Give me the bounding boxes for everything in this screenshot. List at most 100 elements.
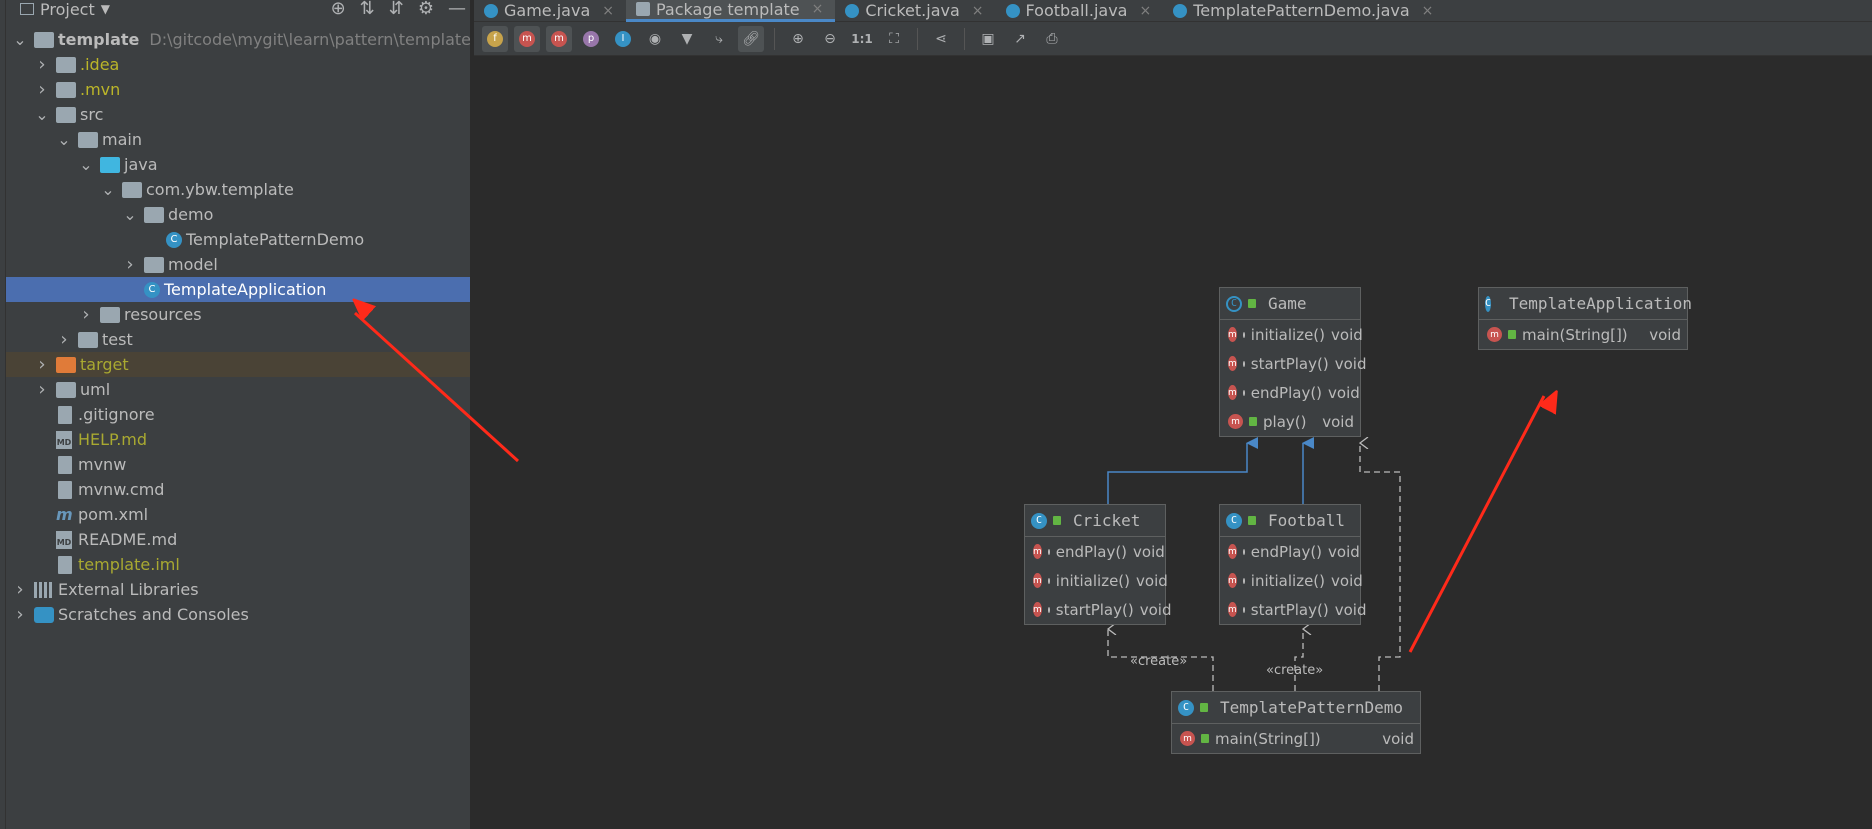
tree-item[interactable]: › Scratches and Consoles: [6, 602, 470, 627]
collapse-all-icon[interactable]: ⇵: [389, 0, 404, 19]
hide-icon[interactable]: —: [448, 0, 466, 19]
tree-item[interactable]: m pom.xml: [6, 502, 470, 527]
chevron-down-icon[interactable]: ▼: [101, 2, 110, 16]
class-member[interactable]: m initialize() void: [1025, 566, 1168, 595]
tree-item[interactable]: ⌄ template D:\gitcode\mygit\learn\pattern\…: [6, 27, 470, 52]
editor-tab[interactable]: Football.java ×: [996, 0, 1164, 22]
show-constructors-button[interactable]: m: [514, 25, 540, 52]
toolbar-separator: [964, 27, 965, 50]
class-member[interactable]: m endPlay() void: [1025, 537, 1165, 566]
tree-item[interactable]: › uml: [6, 377, 470, 402]
save-button[interactable]: ▣: [975, 26, 1001, 52]
tree-item-label: java: [124, 155, 158, 174]
chevron-right-icon[interactable]: ›: [122, 254, 138, 275]
tree-item[interactable]: ⌄ demo: [6, 202, 470, 227]
chevron-down-icon[interactable]: ⌄: [12, 31, 28, 47]
chevron-down-icon[interactable]: ⌄: [100, 181, 116, 197]
tree-item-label: uml: [80, 380, 111, 399]
class-member[interactable]: m main(String[]) void: [1479, 320, 1687, 349]
diagram-canvas[interactable]: «create» «create» C Game m initialize() void…: [474, 57, 1872, 829]
tree-item[interactable]: C TemplateApplication: [6, 277, 470, 302]
show-inner-classes-button[interactable]: I: [610, 26, 636, 52]
chevron-right-icon[interactable]: ›: [34, 354, 50, 375]
tree-item[interactable]: › External Libraries: [6, 577, 470, 602]
chevron-down-icon[interactable]: ⌄: [122, 206, 138, 222]
show-methods-button[interactable]: m: [546, 25, 572, 52]
tree-item[interactable]: › model: [6, 252, 470, 277]
chevron-right-icon[interactable]: ›: [56, 329, 72, 350]
close-icon[interactable]: ×: [972, 3, 984, 19]
chevron-right-icon[interactable]: ›: [12, 579, 28, 600]
editor-tab[interactable]: Package template ×: [625, 0, 836, 22]
class-member[interactable]: m main(String[]) void: [1172, 724, 1420, 753]
class-node-game[interactable]: C Game m initialize() void m startPlay() void m e…: [1219, 287, 1366, 437]
zoom-out-button[interactable]: ⊖: [817, 26, 843, 52]
class-node-cricket[interactable]: C Cricket m endPlay() void m initialize() void m…: [1024, 504, 1171, 625]
show-fields-button[interactable]: f: [482, 25, 508, 52]
class-node-football[interactable]: C Football m endPlay() void m initialize() void…: [1219, 504, 1366, 625]
class-member[interactable]: m startPlay() void: [1220, 595, 1366, 624]
close-icon[interactable]: ×: [602, 3, 614, 19]
tree-item[interactable]: mvnw: [6, 452, 470, 477]
tree-item[interactable]: ⌄ java: [6, 152, 470, 177]
actual-size-button[interactable]: 1:1: [849, 26, 875, 52]
class-member[interactable]: m initialize() void: [1220, 320, 1363, 349]
tree-item[interactable]: MD HELP.md: [6, 427, 470, 452]
class-member[interactable]: m endPlay() void: [1220, 378, 1360, 407]
diagram-icon: [635, 2, 650, 16]
tree-item[interactable]: MD README.md: [6, 527, 470, 552]
tree-item[interactable]: › resources: [6, 302, 470, 327]
chevron-right-icon[interactable]: ›: [34, 54, 50, 75]
project-tree[interactable]: ⌄ template D:\gitcode\mygit\learn\pattern\…: [6, 27, 470, 627]
chevron-right-icon[interactable]: ›: [34, 79, 50, 100]
tree-item[interactable]: › target: [6, 352, 470, 377]
change-visibility-button[interactable]: ◉: [642, 26, 668, 52]
class-member[interactable]: m play() void: [1220, 407, 1360, 436]
filter-button[interactable]: ▼: [674, 26, 700, 52]
expand-all-icon[interactable]: ⇅: [360, 0, 375, 19]
chevron-down-icon[interactable]: ⌄: [34, 106, 50, 122]
excluded-folder-icon: [56, 356, 76, 373]
layout-button[interactable]: ⋖: [928, 26, 954, 52]
project-view-selector[interactable]: Project ▼: [20, 0, 110, 19]
class-member[interactable]: m startPlay() void: [1025, 595, 1171, 624]
tree-item[interactable]: ⌄ main: [6, 127, 470, 152]
tree-item[interactable]: › .idea: [6, 52, 470, 77]
export-button[interactable]: ↗: [1007, 26, 1033, 52]
editor-tab[interactable]: Cricket.java ×: [835, 0, 995, 22]
close-icon[interactable]: ×: [1422, 3, 1434, 19]
tree-item[interactable]: › test: [6, 327, 470, 352]
tree-item[interactable]: .gitignore: [6, 402, 470, 427]
link-button[interactable]: 🔗︎: [738, 25, 764, 52]
abstract-class-icon: C: [1226, 295, 1242, 312]
zoom-in-button[interactable]: ⊕: [785, 26, 811, 52]
class-node-templatepatterndemo[interactable]: C TemplatePatternDemo m main(String[]) void: [1171, 691, 1421, 754]
tree-item[interactable]: C TemplatePatternDemo: [6, 227, 470, 252]
editor-tab[interactable]: Game.java ×: [474, 0, 626, 22]
chevron-right-icon[interactable]: ›: [34, 379, 50, 400]
tree-item[interactable]: ⌄ src: [6, 102, 470, 127]
locate-icon[interactable]: ⊕: [331, 0, 346, 19]
chevron-right-icon[interactable]: ›: [78, 304, 94, 325]
show-properties-button[interactable]: p: [578, 26, 604, 52]
editor-tab-bar: Game.java × Package template × Cricket.java ×…: [474, 0, 1872, 22]
print-button[interactable]: ⎙: [1039, 26, 1065, 52]
tree-item[interactable]: template.iml: [6, 552, 470, 577]
chevron-down-icon[interactable]: ⌄: [78, 156, 94, 172]
class-member[interactable]: m initialize() void: [1220, 566, 1363, 595]
fit-content-button[interactable]: ⛶: [881, 26, 907, 52]
tree-item[interactable]: › .mvn: [6, 77, 470, 102]
class-member[interactable]: m startPlay() void: [1220, 349, 1366, 378]
close-icon[interactable]: ×: [1139, 3, 1151, 19]
chevron-right-icon[interactable]: ›: [12, 604, 28, 625]
tree-item[interactable]: ⌄ com.ybw.template: [6, 177, 470, 202]
class-node-templateapplication[interactable]: C TemplateApplication m main(String[]) void: [1478, 287, 1692, 350]
class-header: C TemplatePatternDemo: [1172, 692, 1420, 724]
tree-item[interactable]: mvnw.cmd: [6, 477, 470, 502]
show-dependencies-button[interactable]: ⤷: [706, 26, 732, 52]
editor-tab[interactable]: TemplatePatternDemo.java ×: [1163, 0, 1445, 22]
close-icon[interactable]: ×: [812, 1, 824, 17]
chevron-down-icon[interactable]: ⌄: [56, 131, 72, 147]
class-member[interactable]: m endPlay() void: [1220, 537, 1360, 566]
gear-icon[interactable]: ⚙: [418, 0, 434, 19]
